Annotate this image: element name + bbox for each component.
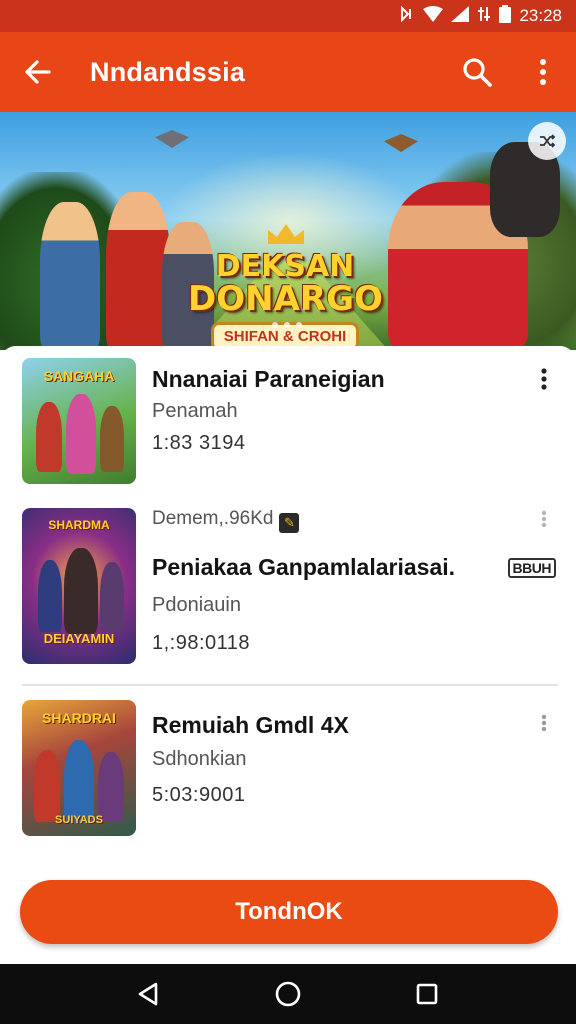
thumb-character [36,402,62,472]
status-badge: BBUH [507,558,556,578]
featured-banner[interactable]: DEKSAN DONARGO SHIFAN & CROHI [0,112,576,350]
game-title: Nnanaiai Paraneigian [152,366,385,392]
triangle-back-icon [139,982,158,1006]
overflow-menu-button[interactable] [510,32,576,112]
game-meta: 1,:98:0118 [152,632,251,654]
game-category: Demem,.96Kd ✎ [152,508,300,533]
list-divider [22,684,558,686]
thumb-character [64,548,98,634]
banner-logo-line1: DEKSAN [215,249,355,284]
search-button[interactable] [444,32,510,112]
search-icon [463,58,492,87]
banner-game-logo: DEKSAN DONARGO SHIFAN & CROHI [188,230,383,350]
arrow-left-icon [25,60,51,84]
banner-dragon-right [384,134,418,152]
shuffle-icon [540,134,556,148]
banner-logo-line2: DONARGO [188,279,383,319]
more-vertical-icon [541,510,547,528]
game-developer: Sdhonkian [152,748,247,770]
page-title: Nndandssia [90,56,246,87]
item-more-button[interactable] [532,708,556,738]
list-item[interactable]: SHARDMA DEIAYAMIN Demem,.96Kd ✎ Peniakaa … [0,506,576,666]
game-thumbnail: SANGAHA [22,358,136,484]
app-bar: Nndandssia [0,32,576,112]
signal-icon [451,6,470,26]
game-thumbnail: SHARDRAI SUIYADS [22,700,136,836]
page-dot[interactable] [296,322,302,328]
item-more-button[interactable] [532,364,556,394]
thumb-character [34,750,60,822]
game-title: Peniakaa Ganpamlalariasai. [152,554,456,580]
status-time: 23:28 [519,6,562,25]
thumb-title: SHARDRAI [42,710,116,726]
list-item[interactable]: SANGAHA Nnanaiai Paraneigian Penamah 1:8… [0,358,576,488]
nfc-icon [399,5,415,26]
nav-back-button[interactable] [129,974,169,1014]
banner-character-2 [106,192,170,350]
thumb-title: SHARDMA [48,518,110,532]
item-more-button[interactable] [532,504,556,534]
nav-recents-button[interactable] [407,974,447,1014]
thumb-footer: DEIAYAMIN [43,631,115,646]
wifi-icon [423,6,444,26]
game-developer: Penamah [152,400,238,422]
game-meta: 1:83 3194 [152,432,246,454]
thumb-character [66,394,96,474]
game-developer: Pdoniauin [152,594,241,616]
thumb-title: SANGAHA [43,368,115,384]
square-recents-icon [416,983,437,1005]
thumb-character [100,562,124,632]
editor-choice-icon: ✎ [279,513,300,533]
battery-icon [499,5,512,27]
banner-page-indicator [272,322,302,328]
page-dot[interactable] [272,322,278,328]
data-icon [477,6,491,26]
game-thumbnail: SHARDMA DEIAYAMIN [22,508,136,664]
page-dot[interactable] [284,322,290,328]
thumb-character [100,406,124,472]
banner-dragon-left [155,130,189,148]
thumb-character [64,740,94,824]
game-category-text: Demem,.96Kd [152,508,274,529]
banner-character-1 [40,202,100,350]
system-navigation-bar [0,964,576,1024]
list-item[interactable]: SHARDRAI SUIYADS Remuiah Gmdl 4X Sdhonki… [0,700,576,840]
more-vertical-icon [541,714,547,732]
status-bar: 23:28 [0,0,576,32]
more-vertical-icon [541,368,547,390]
back-button[interactable] [0,32,74,112]
game-title: Remuiah Gmdl 4X [152,712,349,738]
circle-home-icon [275,981,301,1007]
thumb-character [38,560,62,632]
more-vertical-icon [540,59,546,85]
game-meta: 5:03:9001 [152,784,246,806]
banner-shuffle-button[interactable] [528,122,566,160]
thumb-character [98,752,124,822]
thumb-footer: SUIYADS [55,814,103,826]
primary-action-button[interactable]: TondnOK [20,880,558,944]
nav-home-button[interactable] [268,974,308,1014]
